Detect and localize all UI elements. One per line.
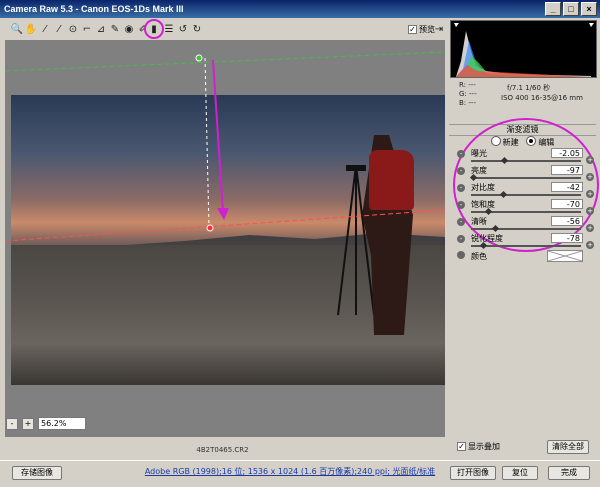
preview-checkbox[interactable]: ✓ 预览 xyxy=(408,24,435,35)
g-value: --- xyxy=(469,90,477,98)
graduated-filter-icon[interactable]: ▮ xyxy=(144,19,164,39)
slider-minus-icon[interactable]: - xyxy=(457,150,465,158)
filename-label: 4B2T0465.CR2 xyxy=(196,446,249,454)
slider-plus-icon[interactable]: + xyxy=(586,173,594,181)
info-readout: R: --- G: --- B: --- f/7.1 1/60 秒 ISO 40… xyxy=(449,80,596,120)
slider-value-input[interactable]: -2.05 xyxy=(551,148,583,158)
slider-plus-icon[interactable]: + xyxy=(586,207,594,215)
gradient-overlay xyxy=(5,51,445,242)
slider-thumb[interactable] xyxy=(499,190,507,199)
zoom-out-button[interactable]: - xyxy=(6,417,18,430)
slider-label: 对比度 xyxy=(471,183,495,192)
r-value: --- xyxy=(468,81,476,89)
slider-track[interactable] xyxy=(471,177,581,179)
slider-row: - 亮度 -97 + xyxy=(449,165,596,182)
slider-plus-icon[interactable]: + xyxy=(586,241,594,249)
slider-row: - 曝光 -2.05 + xyxy=(449,148,596,165)
color-sampler-icon[interactable]: ⁄ xyxy=(52,22,66,36)
rotate-ccw-icon[interactable]: ↺ xyxy=(176,22,190,36)
clear-all-button[interactable]: 清除全部 xyxy=(547,440,589,454)
iso-info: ISO 400 16-35@16 mm xyxy=(501,94,583,102)
reset-button[interactable]: 复位 xyxy=(502,466,538,480)
slider-label: 清晰 xyxy=(471,217,487,226)
color-swatch[interactable] xyxy=(547,250,583,262)
show-overlay-label: 显示叠加 xyxy=(468,442,500,451)
histogram xyxy=(450,20,597,78)
target-adjust-icon[interactable]: ⊙ xyxy=(66,22,80,36)
slider-minus-icon[interactable]: - xyxy=(457,184,465,192)
slider-plus-icon[interactable]: + xyxy=(586,190,594,198)
hand-icon[interactable]: ✋ xyxy=(24,22,38,36)
slider-plus-icon[interactable]: + xyxy=(586,224,594,232)
slider-row: - 对比度 -42 + xyxy=(449,182,596,199)
done-button[interactable]: 完成 xyxy=(548,466,590,480)
image-canvas[interactable] xyxy=(5,40,445,437)
title-bar: Camera Raw 5.3 - Canon EOS-1Ds Mark III … xyxy=(0,0,600,18)
slider-label: 饱和度 xyxy=(471,200,495,209)
preferences-icon[interactable]: ☰ xyxy=(162,22,176,36)
g-label: G: xyxy=(459,90,467,98)
color-minus-icon[interactable] xyxy=(457,251,465,259)
window-title: Camera Raw 5.3 - Canon EOS-1Ds Mark III xyxy=(4,4,184,14)
minimize-button[interactable]: _ xyxy=(545,2,561,16)
straighten-icon[interactable]: ⊿ xyxy=(94,22,108,36)
slider-plus-icon[interactable]: + xyxy=(586,156,594,164)
slider-track[interactable] xyxy=(471,245,581,247)
slider-thumb[interactable] xyxy=(484,207,492,216)
zoom-icon[interactable]: 🔍 xyxy=(10,22,24,36)
rotate-cw-icon[interactable]: ↻ xyxy=(190,22,204,36)
slider-value-input[interactable]: -97 xyxy=(551,165,583,175)
red-eye-icon[interactable]: ◉ xyxy=(122,22,136,36)
show-overlay-checkbox[interactable]: ✓ 显示叠加 xyxy=(457,441,500,452)
slider-value-input[interactable]: -42 xyxy=(551,182,583,192)
zoom-value[interactable]: 56.2% xyxy=(38,417,86,430)
slider-minus-icon[interactable]: - xyxy=(457,235,465,243)
close-button[interactable]: × xyxy=(581,2,597,16)
slider-track[interactable] xyxy=(471,160,581,162)
preview-check-icon: ✓ xyxy=(408,25,417,34)
spot-removal-icon[interactable]: ✎ xyxy=(108,22,122,36)
color-label: 颜色 xyxy=(471,252,487,261)
slider-label: 锐化程度 xyxy=(471,234,503,243)
slider-track[interactable] xyxy=(471,228,581,230)
fullscreen-icon[interactable]: ⇥ xyxy=(432,22,446,36)
slider-minus-icon[interactable]: - xyxy=(457,167,465,175)
slider-row: - 清晰 -56 + xyxy=(449,216,596,233)
zoom-in-button[interactable]: + xyxy=(22,417,34,430)
exposure-info: f/7.1 1/60 秒 xyxy=(507,84,551,92)
maximize-button[interactable]: □ xyxy=(563,2,579,16)
zoom-control: - + 56.2% xyxy=(6,417,86,430)
crop-icon[interactable]: ⌐ xyxy=(80,22,94,36)
right-panel: R: --- G: --- B: --- f/7.1 1/60 秒 ISO 40… xyxy=(449,20,599,457)
slider-row: - 锐化程度 -78 + xyxy=(449,233,596,250)
slider-thumb[interactable] xyxy=(492,224,500,233)
slider-value-input[interactable]: -70 xyxy=(551,199,583,209)
r-label: R: xyxy=(459,81,467,89)
slider-minus-icon[interactable]: - xyxy=(457,218,465,226)
slider-track[interactable] xyxy=(471,194,581,196)
overlay-check-icon: ✓ xyxy=(457,442,466,451)
slider-thumb[interactable] xyxy=(500,156,509,165)
save-image-button[interactable]: 存储图像 xyxy=(12,466,62,480)
slider-value-input[interactable]: -78 xyxy=(551,233,583,243)
b-value: --- xyxy=(468,99,476,107)
slider-label: 曝光 xyxy=(471,149,487,158)
slider-value-input[interactable]: -56 xyxy=(551,216,583,226)
workflow-options-link[interactable]: Adobe RGB (1998);16 位; 1536 x 1024 (1.6 … xyxy=(125,466,455,477)
open-image-button[interactable]: 打开图像 xyxy=(450,466,496,480)
slider-minus-icon[interactable]: - xyxy=(457,201,465,209)
slider-row: - 饱和度 -70 + xyxy=(449,199,596,216)
white-balance-icon[interactable]: ⁄ xyxy=(38,22,52,36)
b-label: B: xyxy=(459,99,467,107)
